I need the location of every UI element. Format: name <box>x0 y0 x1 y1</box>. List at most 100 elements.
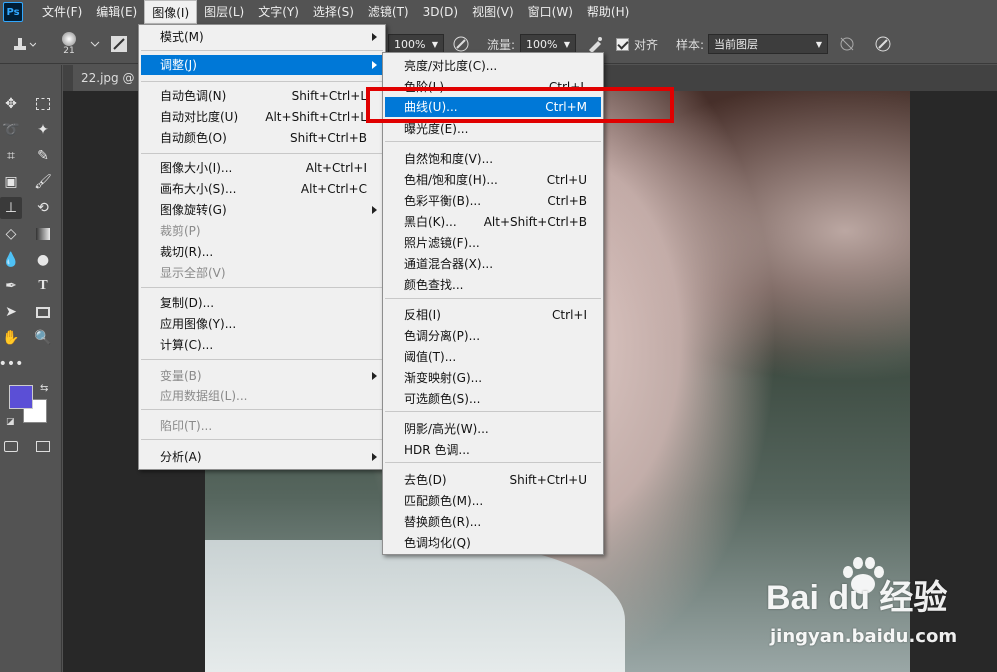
menu-item[interactable]: 计算(C)... <box>141 335 383 355</box>
pen-tool-icon[interactable]: ✒ <box>0 275 22 297</box>
menu-item[interactable]: 通道混合器(X)... <box>385 254 601 274</box>
rectangle-tool-icon[interactable] <box>32 301 54 323</box>
menu-item[interactable]: 颜色查找... <box>385 275 601 295</box>
baidu-jingyan-watermark: Bai du 经验 jingyan.baidu.com <box>760 557 960 660</box>
flow-field[interactable]: 100% ▼ <box>520 34 576 54</box>
menu-item[interactable]: 色调均化(Q) <box>385 533 601 553</box>
brush-tool-icon[interactable]: 🖌 <box>32 171 54 193</box>
menu-item[interactable]: 色相/饱和度(H)... Ctrl+U <box>385 170 601 190</box>
menubar-item[interactable]: 窗口(W) <box>521 0 580 24</box>
menu-item[interactable]: 自动色调(N) Shift+Ctrl+L <box>141 86 383 106</box>
history-brush-tool-icon[interactable]: ⟲ <box>32 197 54 219</box>
menu-item-label: 显示全部(V) <box>160 266 226 280</box>
menu-item[interactable]: 应用图像(Y)... <box>141 314 383 334</box>
menu-item[interactable]: 图像大小(I)... Alt+Ctrl+I <box>141 158 383 178</box>
menu-item[interactable]: 黑白(K)... Alt+Shift+Ctrl+B <box>385 212 601 232</box>
menubar-item[interactable]: 滤镜(T) <box>361 0 416 24</box>
opacity-field[interactable]: 100% ▼ <box>388 34 444 54</box>
menu-item[interactable]: HDR 色调... <box>385 440 601 460</box>
crop-tool-icon[interactable]: ⌗ <box>0 145 22 167</box>
menu-item[interactable]: 色调分离(P)... <box>385 326 601 346</box>
menu-item-label: 色彩平衡(B)... <box>404 194 482 208</box>
menu-item-label: 陷印(T)... <box>160 419 213 433</box>
more-tools-icon[interactable]: ••• <box>0 353 23 375</box>
chevron-down-icon: ▼ <box>815 39 822 49</box>
menubar-item[interactable]: 编辑(E) <box>89 0 144 24</box>
menu-item[interactable]: 色彩平衡(B)... Ctrl+B <box>385 191 601 211</box>
foreground-color-swatch[interactable] <box>9 385 33 409</box>
hand-tool-icon[interactable]: ✋ <box>0 327 22 349</box>
airbrush-icon <box>589 37 602 53</box>
menubar-item[interactable]: 视图(V) <box>465 0 521 24</box>
menu-item[interactable]: 亮度/对比度(C)... <box>385 56 601 76</box>
magic-wand-tool-icon[interactable]: ✦ <box>32 119 54 141</box>
menu-separator <box>141 287 383 288</box>
menu-item[interactable]: 复制(D)... <box>141 293 383 313</box>
move-tool-icon[interactable]: ✥ <box>0 93 22 115</box>
menu-item[interactable]: 图像旋转(G) <box>141 200 383 220</box>
menubar-item[interactable]: 选择(S) <box>306 0 361 24</box>
menubar-item[interactable]: 文字(Y) <box>251 0 306 24</box>
menu-separator <box>385 462 601 463</box>
menu-item-label: 黑白(K)... <box>404 215 457 229</box>
quick-mask-icon[interactable] <box>0 435 22 457</box>
menu-item[interactable]: 画布大小(S)... Alt+Ctrl+C <box>141 179 383 199</box>
eraser-tool-icon[interactable]: ◇ <box>0 223 22 245</box>
menubar-item[interactable]: 图层(L) <box>197 0 251 24</box>
menu-item[interactable]: 调整(J) <box>141 55 383 75</box>
blur-tool-icon[interactable]: 💧 <box>0 249 22 271</box>
menu-item[interactable]: 替换颜色(R)... <box>385 512 601 532</box>
sample-select[interactable]: 当前图层 ▼ <box>708 34 828 54</box>
pressure-size-toggle[interactable] <box>874 24 892 64</box>
pressure-pen-icon <box>875 36 891 52</box>
eyedropper-tool-icon[interactable]: ✎ <box>32 145 54 167</box>
menubar-item[interactable]: 3D(D) <box>416 0 465 24</box>
flow-value: 100% <box>526 37 558 51</box>
menu-item-label: 复制(D)... <box>160 296 215 310</box>
dodge-tool-icon[interactable]: ● <box>32 249 54 271</box>
menu-item[interactable]: 自动对比度(U) Alt+Shift+Ctrl+L <box>141 107 383 127</box>
ignore-adjustment-layers-toggle[interactable] <box>838 24 856 64</box>
menu-item[interactable]: 阈值(T)... <box>385 347 601 367</box>
menu-item[interactable]: 自然饱和度(V)... <box>385 149 601 169</box>
menu-item[interactable]: 自动颜色(O) Shift+Ctrl+B <box>141 128 383 148</box>
menu-item[interactable]: 裁切(R)... <box>141 242 383 262</box>
menu-item[interactable]: 可选颜色(S)... <box>385 389 601 409</box>
menu-item[interactable]: 反相(I) Ctrl+I <box>385 305 601 325</box>
default-colors-icon[interactable]: ◪ <box>6 417 15 427</box>
spot-healing-tool-icon[interactable]: ▣ <box>0 171 22 193</box>
menu-item[interactable]: 模式(M) <box>141 27 383 47</box>
menubar-item[interactable]: 帮助(H) <box>580 0 636 24</box>
aligned-checkbox[interactable]: 对齐 <box>616 24 658 64</box>
menubar-item[interactable]: 图像(I) <box>144 0 198 24</box>
menubar-item[interactable]: 文件(F) <box>35 0 89 24</box>
swap-colors-icon[interactable]: ⇆ <box>40 383 48 394</box>
zoom-tool-icon[interactable]: 🔍 <box>32 327 54 349</box>
menu-item[interactable]: 阴影/高光(W)... <box>385 419 601 439</box>
stamp-tool-preset-picker[interactable] <box>8 24 36 64</box>
submenu-arrow-icon <box>372 453 377 461</box>
submenu-arrow-icon <box>372 33 377 41</box>
type-tool-icon[interactable]: T <box>32 275 54 297</box>
brush-preset-picker[interactable]: 21 <box>62 24 76 64</box>
marquee-tool-icon[interactable] <box>32 93 54 115</box>
menu-item[interactable]: 匹配颜色(M)... <box>385 491 601 511</box>
chevron-down-icon[interactable] <box>90 24 100 64</box>
clone-stamp-tool-icon[interactable]: ⊥ <box>0 197 22 219</box>
menu-item[interactable]: 去色(D) Shift+Ctrl+U <box>385 470 601 490</box>
brush-panel-toggle[interactable] <box>110 24 128 64</box>
menu-item-label: 画布大小(S)... <box>160 182 237 196</box>
menu-items: 文件(F) 编辑(E) 图像(I) 图层(L) 文字(Y) 选择(S) 滤镜(T) 3D(D)… <box>35 0 636 24</box>
menu-item[interactable]: 渐变映射(G)... <box>385 368 601 388</box>
menu-item-label: 反相(I) <box>404 308 441 322</box>
screen-mode-icon[interactable] <box>32 435 54 457</box>
lasso-tool-icon[interactable]: ➰ <box>0 119 22 141</box>
menu-item-label: 图像旋转(G) <box>160 203 227 217</box>
menu-item[interactable]: 照片滤镜(F)... <box>385 233 601 253</box>
menu-item-label: 变量(B) <box>160 369 202 383</box>
gradient-tool-icon[interactable] <box>32 223 54 245</box>
menu-item[interactable]: 分析(A) <box>141 447 383 467</box>
path-selection-tool-icon[interactable]: ➤ <box>0 301 22 323</box>
menu-item-label: 自动色调(N) <box>160 89 227 103</box>
submenu-arrow-icon <box>372 206 377 214</box>
